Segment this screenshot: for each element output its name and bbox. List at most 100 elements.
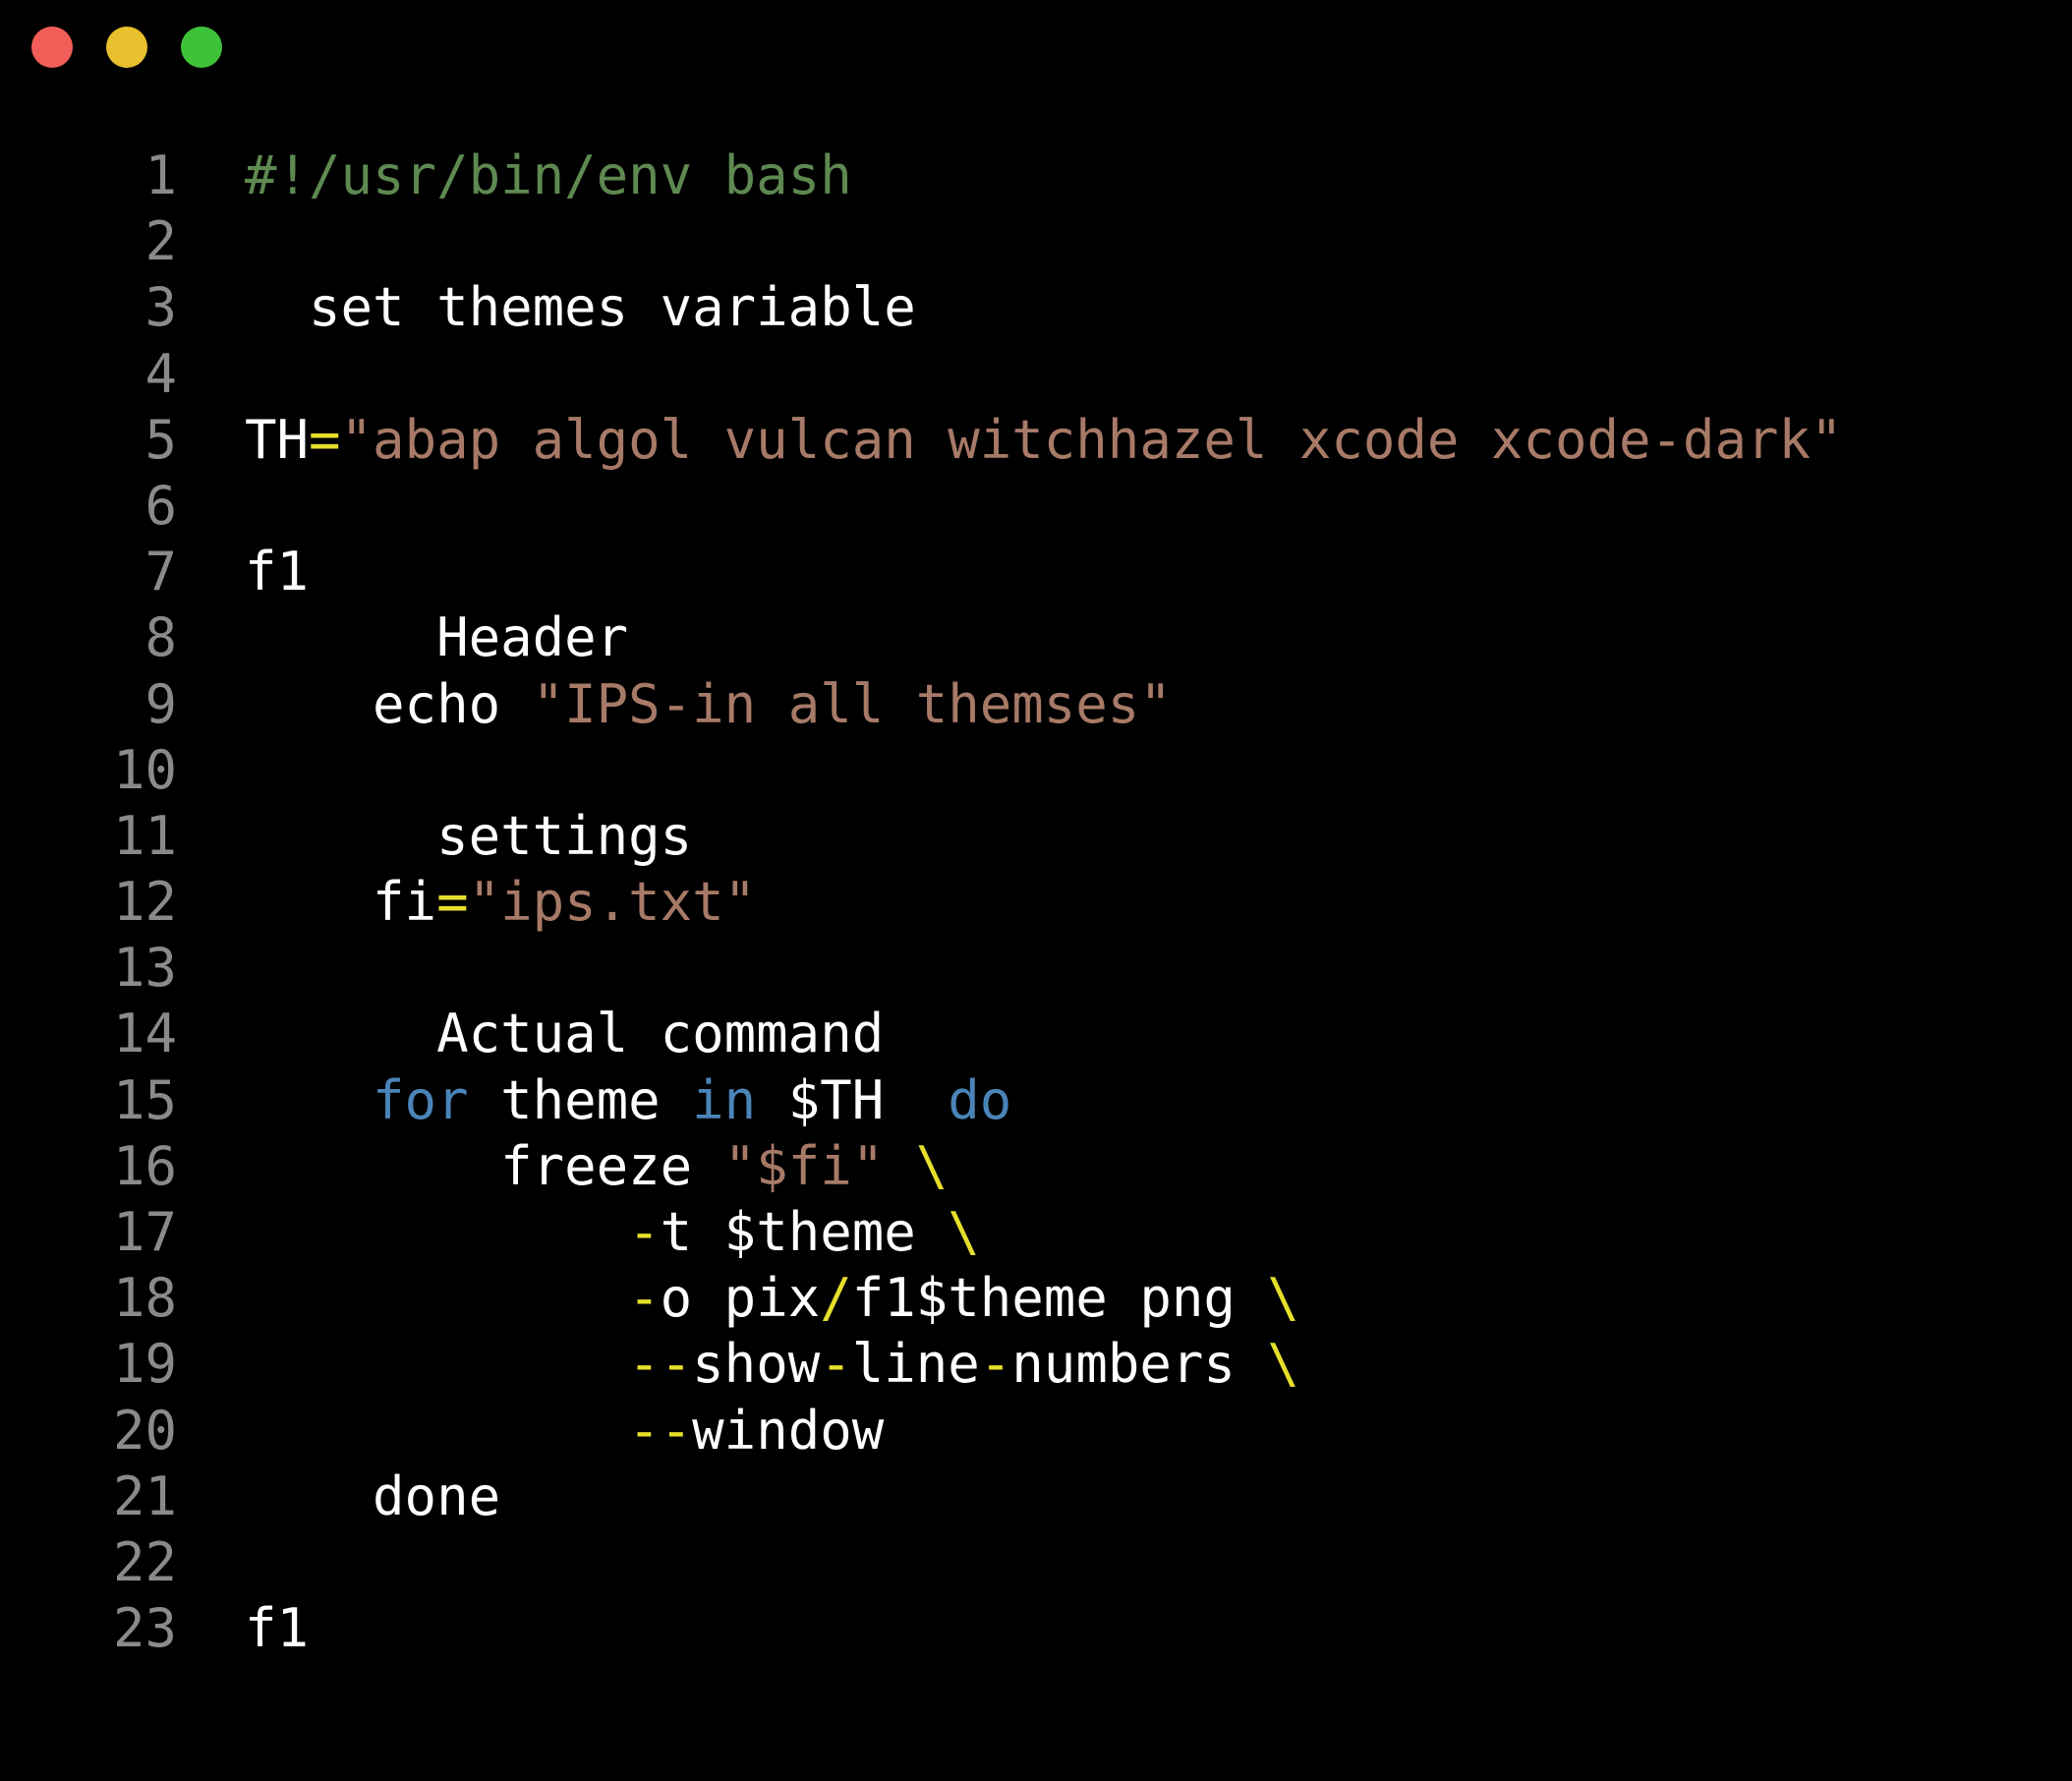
line-number: 18: [112, 1267, 177, 1330]
code-editor[interactable]: 1 #!/usr/bin/env bash 2 3 set themes variab…: [0, 143, 2072, 1661]
code-line: 7 f1: [0, 539, 2072, 604]
code-token-operator: --: [628, 1399, 693, 1462]
code-line: 17 -t $theme \: [0, 1199, 2072, 1265]
line-number: 21: [112, 1465, 177, 1527]
line-number: 5: [144, 408, 177, 471]
code-line: 23 f1: [0, 1595, 2072, 1661]
line-content: -o pix/f1$theme png \: [245, 1265, 1299, 1331]
line-content: freeze "$fi" \: [245, 1133, 948, 1199]
code-token-operator: --: [628, 1333, 693, 1396]
code-token-default: [884, 1135, 916, 1197]
line-number: 16: [112, 1134, 177, 1197]
line-content: f1: [245, 539, 309, 604]
code-token-keyword: in: [692, 1068, 757, 1131]
code-token-default: Actual command: [245, 1003, 885, 1065]
code-token-string: "abap algol vulcan witchhazel xcode xcod…: [340, 408, 1843, 471]
code-line: 16 freeze "$fi" \: [0, 1133, 2072, 1199]
code-token-string: "$fi": [723, 1134, 885, 1197]
code-token-default: o pix: [660, 1267, 821, 1330]
code-token-default: [245, 1267, 628, 1329]
line-content: --window: [245, 1398, 884, 1464]
code-token-default: [245, 1201, 628, 1263]
code-line: 10: [0, 737, 2072, 803]
code-line: 15 for theme in $TH do: [0, 1067, 2072, 1133]
code-line: 3 set themes variable: [0, 274, 2072, 340]
line-content: set themes variable: [245, 274, 916, 340]
line-number: 19: [112, 1333, 177, 1396]
code-token-default: settings: [245, 804, 693, 867]
code-token-default: done: [245, 1465, 501, 1527]
close-button[interactable]: [31, 27, 73, 68]
code-token-operator: -: [820, 1333, 852, 1396]
code-line: 1 #!/usr/bin/env bash: [0, 143, 2072, 208]
code-line: 4: [0, 341, 2072, 407]
code-token-default: Header: [245, 606, 629, 669]
code-line: 2: [0, 208, 2072, 274]
code-token-operator: \: [1267, 1333, 1299, 1396]
code-token-default: f1: [245, 541, 310, 603]
code-token-default: freeze: [245, 1134, 724, 1197]
code-line: 5 TH="abap algol vulcan witchhazel xcode …: [0, 407, 2072, 473]
line-content: -t $theme \: [245, 1199, 980, 1265]
line-number: 9: [144, 672, 177, 735]
line-number: 15: [112, 1068, 177, 1131]
code-token-string: "IPS-in all themses": [532, 672, 1172, 735]
line-content: --show-line-numbers \: [245, 1331, 1299, 1397]
code-token-default: set themes variable: [245, 276, 916, 339]
code-token-default: window: [692, 1399, 885, 1462]
line-content: settings: [245, 803, 692, 869]
line-number: 3: [144, 276, 177, 339]
code-token-operator: \: [1267, 1267, 1299, 1330]
line-number: 8: [144, 606, 177, 669]
code-token-operator: -: [628, 1267, 661, 1330]
line-number: 4: [144, 342, 177, 405]
line-number: 6: [144, 474, 177, 537]
line-content: TH="abap algol vulcan witchhazel xcode x…: [245, 407, 1843, 473]
line-number: 20: [112, 1399, 177, 1462]
code-token-default: f1: [245, 1597, 310, 1660]
line-number: 13: [112, 937, 177, 1000]
code-line: 9 echo "IPS-in all themses": [0, 671, 2072, 737]
line-content: f1: [245, 1595, 309, 1661]
code-token-operator: \: [915, 1134, 949, 1197]
code-line: 8 Header: [0, 604, 2072, 670]
code-line: 12 fi="ips.txt": [0, 869, 2072, 935]
line-content: fi="ips.txt": [245, 869, 756, 935]
code-line: 18 -o pix/f1$theme png \: [0, 1265, 2072, 1331]
code-token-default: [245, 1400, 628, 1462]
code-token-string: "ips.txt": [468, 871, 757, 934]
line-number: 7: [144, 541, 177, 603]
code-token-operator: -: [979, 1333, 1012, 1396]
code-line: 19 --show-line-numbers \: [0, 1331, 2072, 1397]
code-token-default: numbers: [1011, 1333, 1268, 1396]
line-content: echo "IPS-in all themses": [245, 671, 1172, 737]
code-token-operator: -: [628, 1201, 661, 1263]
code-token-operator: \: [948, 1201, 980, 1263]
code-token-keyword: for: [373, 1068, 469, 1131]
code-token-default: f1$theme png: [851, 1267, 1268, 1330]
code-token-operator: /: [820, 1267, 852, 1330]
line-content: Header: [245, 604, 628, 670]
code-line: 21 done: [0, 1464, 2072, 1529]
line-number: 2: [144, 210, 177, 273]
code-line: 11 settings: [0, 803, 2072, 869]
code-token-default: echo: [245, 672, 533, 735]
code-token-keyword: do: [948, 1068, 1012, 1131]
code-token-default: line: [851, 1333, 980, 1396]
code-token-default: show: [692, 1333, 821, 1396]
line-number: 1: [144, 144, 177, 206]
line-content: #!/usr/bin/env bash: [245, 143, 852, 208]
code-line: 14 Actual command: [0, 1001, 2072, 1066]
line-number: 10: [112, 738, 177, 801]
line-content: done: [245, 1464, 500, 1529]
code-token-default: t $theme: [660, 1201, 949, 1263]
code-token-comment: #!/usr/bin/env bash: [245, 144, 852, 206]
maximize-button[interactable]: [181, 27, 222, 68]
code-token-default: [245, 1069, 373, 1131]
minimize-button[interactable]: [106, 27, 147, 68]
code-token-default: $TH: [756, 1068, 949, 1131]
code-window: 1 #!/usr/bin/env bash 2 3 set themes variab…: [0, 0, 2072, 1781]
code-token-default: TH: [245, 408, 310, 471]
code-line: 6: [0, 473, 2072, 539]
line-number: 23: [112, 1597, 177, 1660]
